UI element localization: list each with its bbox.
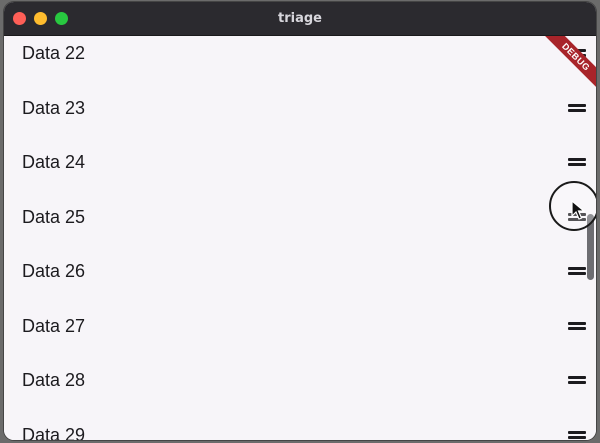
- list-item[interactable]: Data 28: [4, 345, 596, 400]
- debug-banner-label: DEBUG: [541, 36, 596, 92]
- list-item-label: Data 24: [22, 152, 86, 172]
- list-item-label: Data 28: [22, 370, 86, 390]
- item-list: Data 22 Data 23 Data 24 Data 25 Data 26 …: [4, 36, 596, 440]
- debug-banner: DEBUG: [536, 36, 596, 96]
- app-window: triage Data 22 Data 23 Data 24 Data 25 D…: [4, 2, 596, 440]
- cursor-arrow-icon: [571, 200, 585, 220]
- drag-handle-icon[interactable]: [568, 158, 586, 166]
- window-title: triage: [278, 11, 322, 26]
- drag-handle-icon[interactable]: [568, 430, 586, 439]
- list-item[interactable]: Data 27: [4, 291, 596, 346]
- reorderable-list-view[interactable]: Data 22 Data 23 Data 24 Data 25 Data 26 …: [4, 36, 596, 440]
- title-bar[interactable]: triage: [4, 2, 596, 36]
- drag-handle-icon[interactable]: [568, 267, 586, 275]
- list-item-label: Data 27: [22, 315, 86, 336]
- list-item-label: Data 29: [22, 424, 86, 441]
- list-item-label: Data 23: [22, 97, 86, 118]
- list-item[interactable]: Data 24: [4, 127, 596, 182]
- list-item[interactable]: Data 26: [4, 236, 596, 291]
- list-item[interactable]: Data 29: [4, 400, 596, 441]
- list-item-label: Data 25: [22, 206, 86, 227]
- drag-handle-icon[interactable]: [568, 376, 586, 384]
- list-item[interactable]: Data 22: [4, 36, 596, 73]
- drag-handle-icon[interactable]: [568, 321, 586, 330]
- list-item[interactable]: Data 25: [4, 182, 596, 237]
- list-item[interactable]: Data 23: [4, 73, 596, 128]
- drag-handle-icon[interactable]: [568, 103, 586, 112]
- list-item-label: Data 26: [22, 261, 86, 281]
- list-item-label: Data 22: [22, 43, 86, 63]
